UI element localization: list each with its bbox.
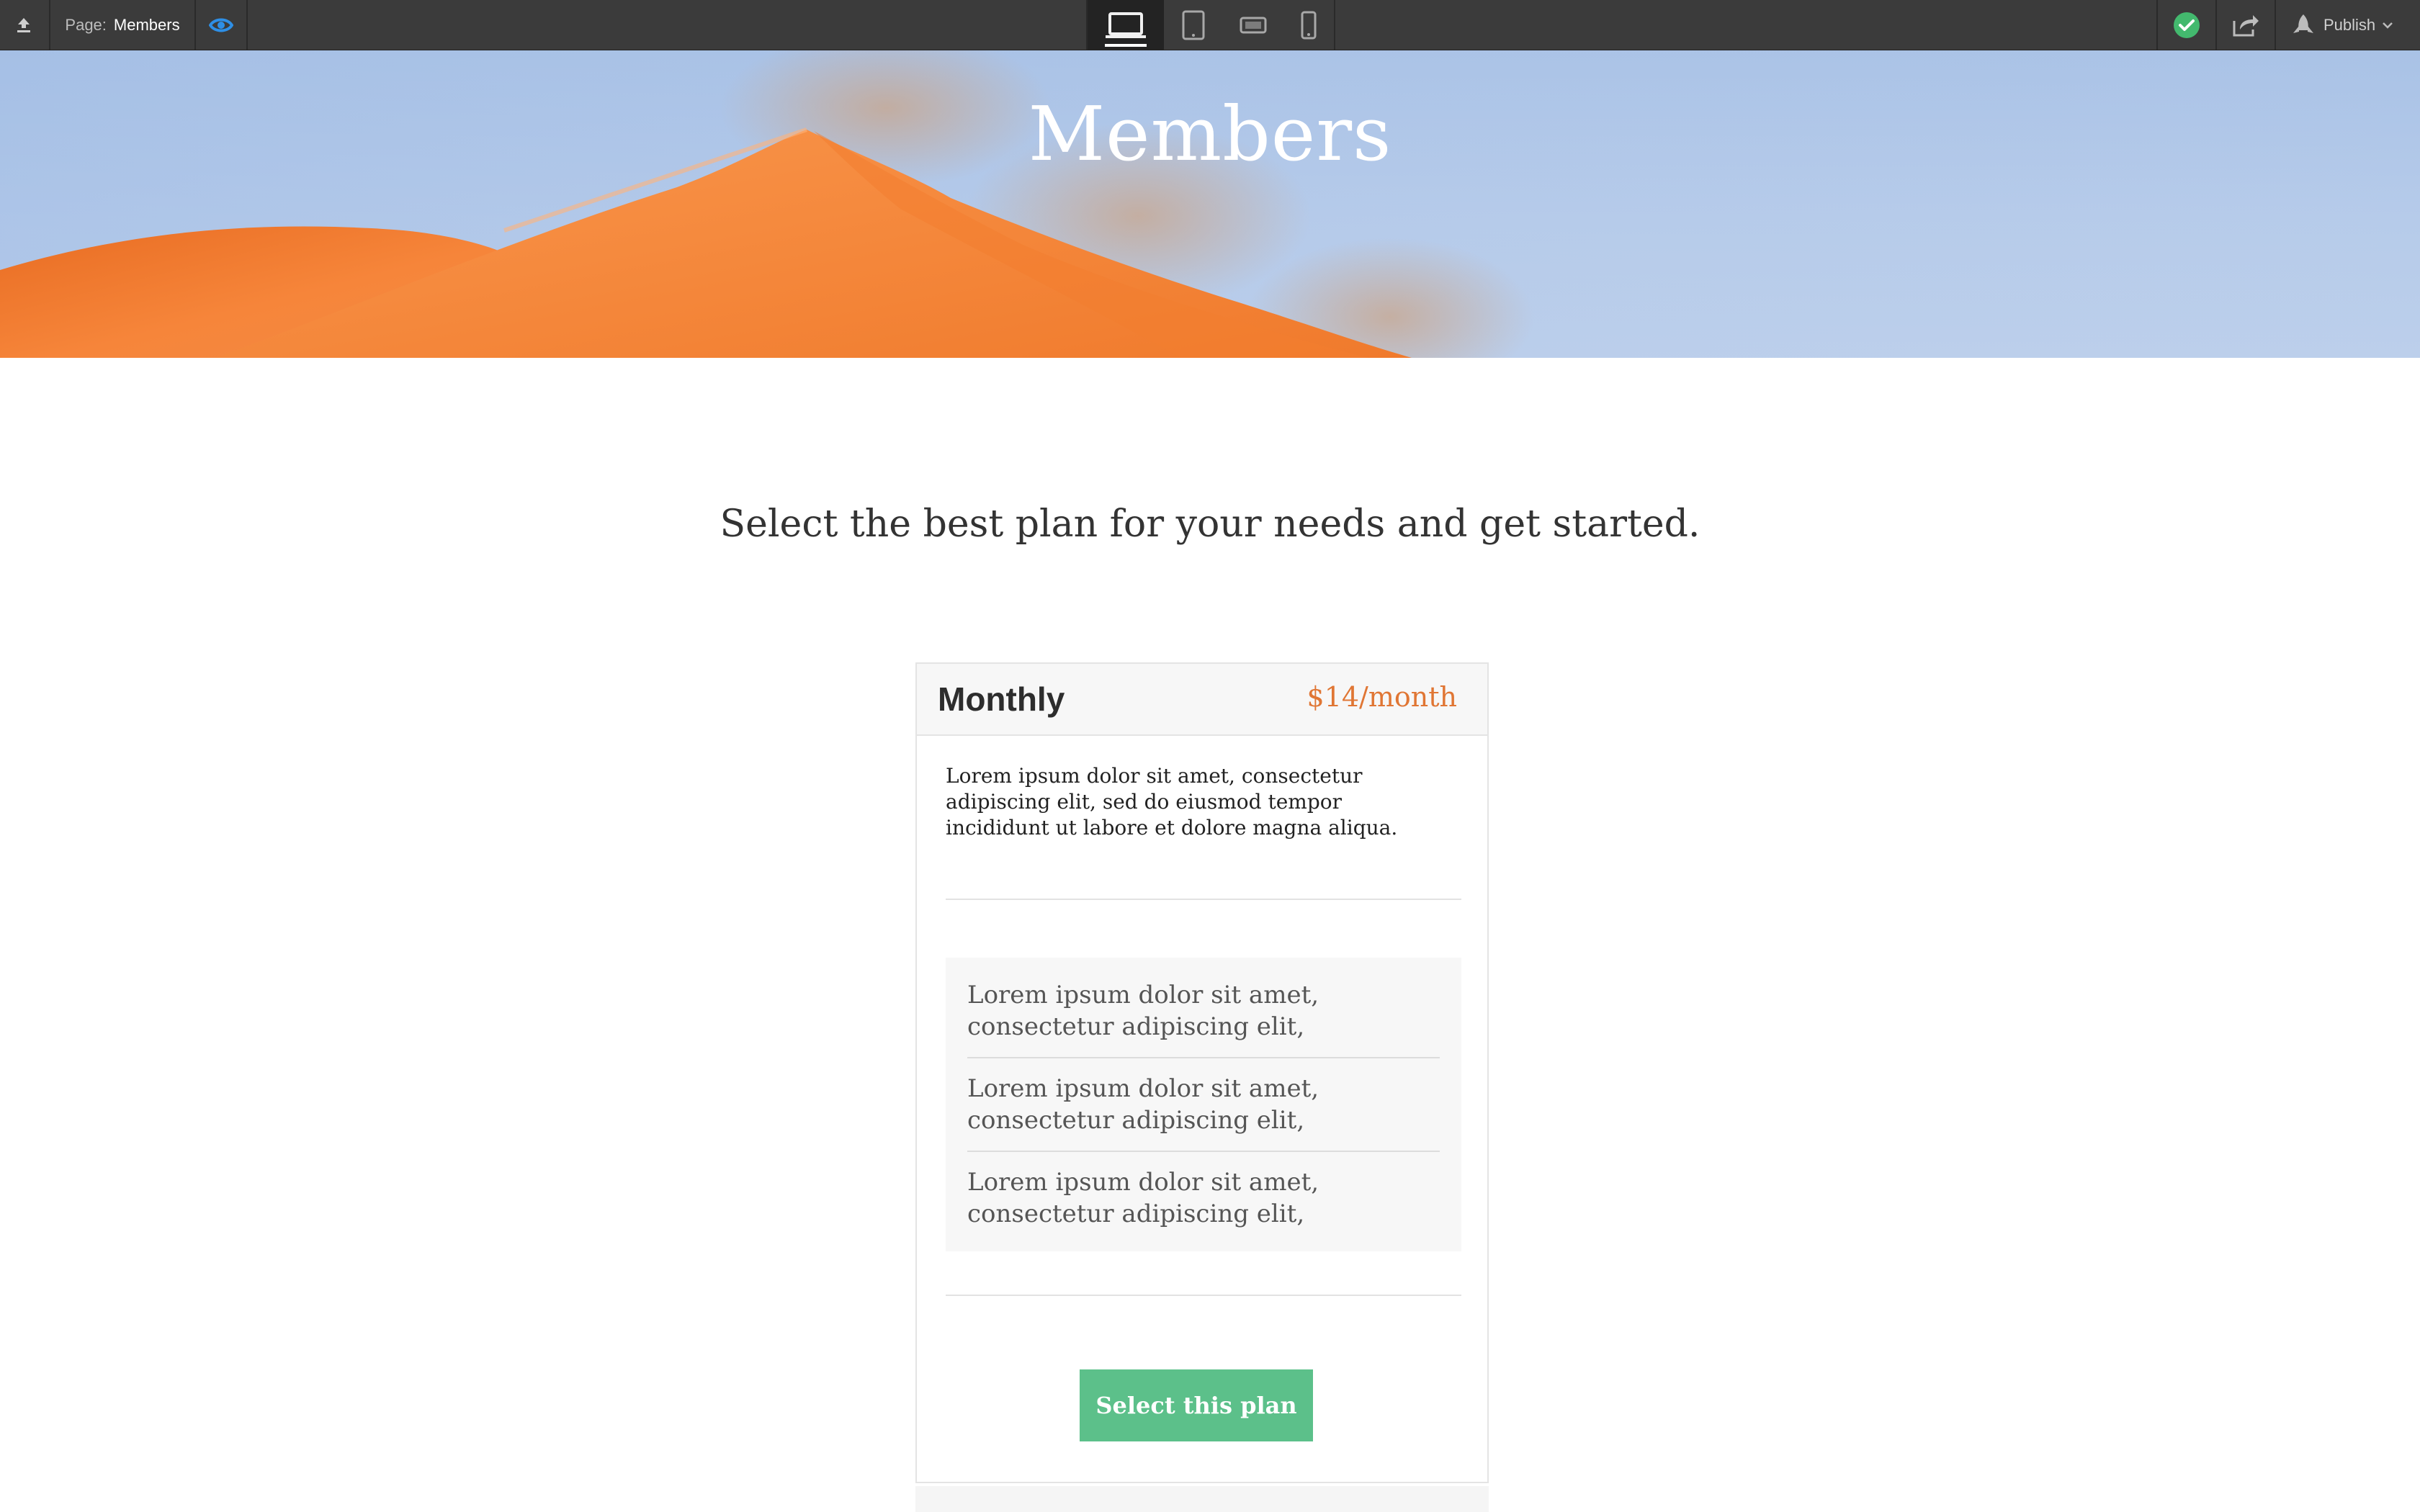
device-phone-button[interactable] [1283, 0, 1334, 50]
pricing-card-header: Monthly $14/month [917, 664, 1487, 736]
eye-icon [209, 18, 233, 32]
feature-divider [967, 1151, 1440, 1152]
upload-button[interactable] [0, 0, 48, 50]
publish-label: Publish [2323, 15, 2376, 34]
pricing-card: Monthly $14/month Lorem ipsum dolor sit … [915, 662, 1489, 1483]
feature-list: Lorem ipsum dolor sit amet, consectetur … [946, 958, 1461, 1251]
plan-description: Lorem ipsum dolor sit amet, consectetur … [946, 764, 1398, 840]
page-title: Members [1028, 90, 1392, 178]
feature-item: Lorem ipsum dolor sit amet, consectetur … [967, 981, 1319, 1041]
tablet-landscape-icon [1240, 17, 1267, 33]
next-card-edge [915, 1486, 1489, 1512]
page-name: Members [113, 15, 180, 34]
rocket-icon [2293, 14, 2313, 33]
card-divider [946, 1295, 1461, 1296]
feature-item: Lorem ipsum dolor sit amet, consectetur … [967, 1074, 1319, 1135]
plan-price: $14/month [1307, 681, 1457, 713]
feature-divider [967, 1057, 1440, 1058]
device-desktop-button[interactable] [1088, 0, 1164, 50]
status-button[interactable] [2158, 0, 2215, 50]
page-label: Page: [65, 15, 107, 34]
preview-button[interactable] [196, 0, 246, 50]
device-tablet-landscape-button[interactable] [1223, 0, 1283, 50]
share-button[interactable] [2217, 0, 2275, 50]
editor-toolbar: Page: Members Publish [0, 0, 2420, 50]
device-tablet-button[interactable] [1165, 0, 1222, 50]
select-plan-button[interactable]: Select this plan [1080, 1369, 1313, 1441]
section-subtitle: Select the best plan for your needs and … [720, 503, 1700, 546]
desktop-icon [1106, 12, 1146, 38]
tablet-icon [1182, 10, 1205, 40]
upload-icon [17, 17, 30, 32]
hero-banner: Members [0, 50, 2420, 358]
plan-name: Monthly [938, 680, 1065, 718]
share-icon [2233, 14, 2259, 36]
check-circle-icon [2174, 12, 2200, 38]
phone-icon [1301, 11, 1317, 39]
publish-button[interactable]: Publish [2276, 0, 2420, 50]
feature-item: Lorem ipsum dolor sit amet, consectetur … [967, 1168, 1319, 1228]
page-selector[interactable]: Page: Members [52, 0, 193, 50]
chevron-down-icon [2383, 22, 2393, 29]
card-divider [946, 899, 1461, 900]
